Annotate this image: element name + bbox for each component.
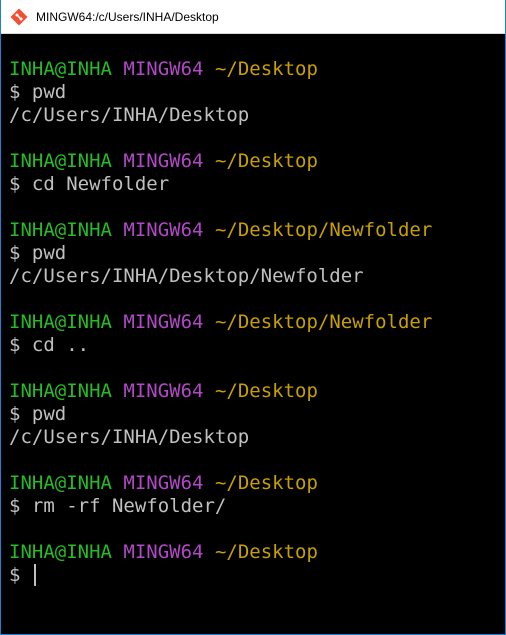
prompt-path: ~/Desktop (214, 472, 318, 494)
terminal-output[interactable]: INHA@INHA MINGW64 ~/Desktop $ pwd /c/Use… (1, 34, 505, 634)
prompt-path: ~/Desktop (214, 380, 318, 402)
prompt-line: INHA@INHA MINGW64 ~/Desktop/Newfolder (9, 219, 505, 242)
command-output: /c/Users/INHA/Desktop (9, 104, 250, 126)
git-bash-icon (10, 8, 28, 25)
prompt-user: INHA@INHA (9, 472, 112, 494)
input-prompt: $ (9, 564, 32, 586)
prompt-host: MINGW64 (123, 219, 204, 241)
prompt-path: ~/Desktop (214, 58, 318, 80)
prompt-line: INHA@INHA MINGW64 ~/Desktop (9, 541, 505, 564)
prompt-line: INHA@INHA MINGW64 ~/Desktop (9, 472, 505, 495)
command-output: /c/Users/INHA/Desktop (9, 426, 250, 448)
prompt-host: MINGW64 (123, 311, 204, 333)
prompt-host: MINGW64 (123, 380, 204, 402)
prompt-host: MINGW64 (123, 541, 204, 563)
command-line: $ pwd (9, 403, 67, 425)
text-cursor (33, 564, 36, 586)
prompt-user: INHA@INHA (9, 58, 112, 80)
window-title: MINGW64:/c/Users/INHA/Desktop (36, 9, 219, 24)
prompt-line: INHA@INHA MINGW64 ~/Desktop (9, 380, 505, 403)
prompt-line: INHA@INHA MINGW64 ~/Desktop/Newfolder (9, 311, 505, 334)
command-line: $ rm -rf Newfolder/ (9, 495, 227, 517)
command-output: /c/Users/INHA/Desktop/Newfolder (9, 265, 364, 287)
command-line: $ cd .. (9, 334, 90, 356)
terminal-window: MINGW64:/c/Users/INHA/Desktop INHA@INHA … (0, 0, 506, 635)
prompt-path: ~/Desktop/Newfolder (214, 311, 433, 333)
prompt-line: INHA@INHA MINGW64 ~/Desktop (9, 150, 505, 173)
prompt-user: INHA@INHA (9, 380, 112, 402)
prompt-host: MINGW64 (123, 58, 204, 80)
title-bar[interactable]: MINGW64:/c/Users/INHA/Desktop (1, 0, 505, 34)
prompt-path: ~/Desktop/Newfolder (214, 219, 433, 241)
prompt-user: INHA@INHA (9, 311, 112, 333)
prompt-path: ~/Desktop (214, 150, 318, 172)
prompt-user: INHA@INHA (9, 219, 112, 241)
command-line: $ pwd (9, 81, 67, 103)
command-input-line[interactable]: $ (9, 564, 505, 587)
prompt-path: ~/Desktop (214, 541, 318, 563)
prompt-user: INHA@INHA (9, 541, 112, 563)
command-line: $ cd Newfolder (9, 173, 170, 195)
command-line: $ pwd (9, 242, 67, 264)
prompt-host: MINGW64 (123, 472, 204, 494)
prompt-line: INHA@INHA MINGW64 ~/Desktop (9, 58, 505, 81)
prompt-host: MINGW64 (123, 150, 204, 172)
prompt-user: INHA@INHA (9, 150, 112, 172)
